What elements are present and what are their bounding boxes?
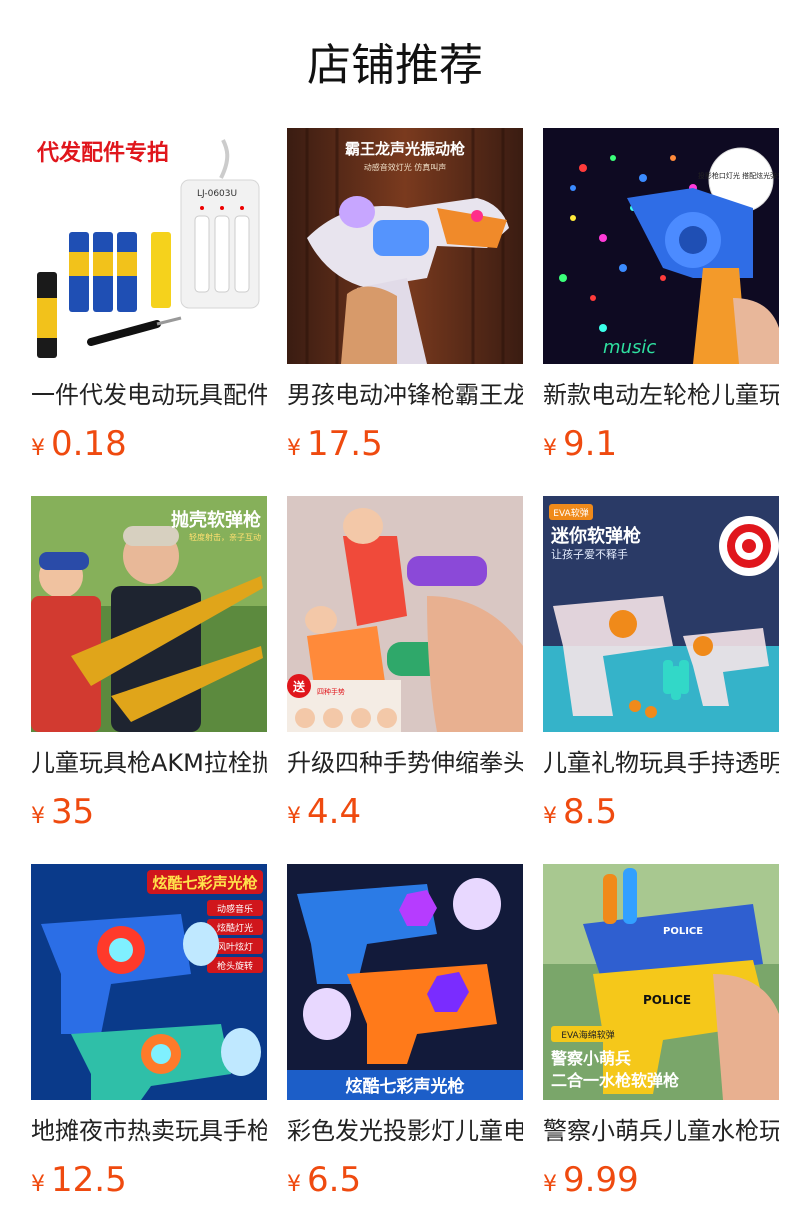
image-badge-text: 迷你软弹枪 <box>550 525 641 547</box>
product-card[interactable]: 抛壳软弹枪 轻度射击，亲子互动 儿童玩具枪AKM拉栓抛壳 ¥35 <box>31 496 267 838</box>
price-value: 9.1 <box>563 424 618 464</box>
product-card[interactable]: POLICE POLICE EVA海绵软弹 警察小萌兵 二合一水枪软弹枪 警察小… <box>543 864 779 1206</box>
product-image[interactable]: 代发配件专拍 LJ-0603U <box>31 128 267 364</box>
image-badge-text: 霸王龙声光振动枪 <box>345 140 465 158</box>
image-subtext: 二合一水枪软弹枪 <box>551 1071 679 1090</box>
price-value: 12.5 <box>51 1160 127 1200</box>
product-name[interactable]: 新款电动左轮枪儿童玩具 <box>543 378 779 412</box>
product-name[interactable]: 警察小萌兵儿童水枪玩具 <box>543 1114 779 1148</box>
image-subtext: 让孩子爱不释手 <box>551 547 628 561</box>
product-card[interactable]: EVA软弹 迷你软弹枪 让孩子爱不释手 儿童礼物玩具手持透明 ¥8.5 <box>543 496 779 838</box>
product-price: ¥4.4 <box>287 792 523 838</box>
eva-tag-text: EVA软弹 <box>553 507 588 519</box>
product-price: ¥0.18 <box>31 424 267 470</box>
colorful-projector-gun-image: 炫酷七彩声光枪 <box>287 864 523 1100</box>
product-image[interactable]: 投影枪口灯光 搭配炫光弹夹 music <box>543 128 779 364</box>
product-price: ¥17.5 <box>287 424 523 470</box>
product-card[interactable]: 投影枪口灯光 搭配炫光弹夹 music 新款电动左轮枪儿童玩具 ¥9.1 <box>543 128 779 470</box>
price-value: 4.4 <box>307 792 362 832</box>
image-badge-text: 炫酷七彩声光枪 <box>152 874 257 892</box>
currency-symbol: ¥ <box>287 436 301 461</box>
mini-soft-bullet-gun-image: EVA软弹 迷你软弹枪 让孩子爱不释手 <box>543 496 779 732</box>
price-value: 8.5 <box>563 792 618 832</box>
image-badge-text: 炫酷七彩声光枪 <box>346 1076 465 1097</box>
currency-symbol: ¥ <box>543 1172 557 1197</box>
currency-symbol: ¥ <box>543 804 557 829</box>
battery-accessories-image: 代发配件专拍 LJ-0603U <box>31 128 267 364</box>
image-subtext: 轻度射击，亲子互动 <box>189 532 261 542</box>
product-card[interactable]: 霸王龙声光振动枪 动感音效灯光 仿真叫声 男孩电动冲锋枪霸王龙 ¥17.5 <box>287 128 523 470</box>
product-name[interactable]: 儿童礼物玩具手持透明 <box>543 746 779 780</box>
product-card[interactable]: 炫酷七彩声光枪 动感音乐 炫酷灯光 风叶炫灯 枪头旋转 地摊夜市热卖玩具手枪 ¥ <box>31 864 267 1206</box>
product-price: ¥12.5 <box>31 1160 267 1206</box>
product-name[interactable]: 地摊夜市热卖玩具手枪 <box>31 1114 267 1148</box>
price-value: 9.99 <box>563 1160 639 1200</box>
price-value: 17.5 <box>307 424 383 464</box>
product-image[interactable]: 炫酷七彩声光枪 <box>287 864 523 1100</box>
image-subtext: 动感音效灯光 仿真叫声 <box>364 162 447 172</box>
currency-symbol: ¥ <box>287 804 301 829</box>
product-price: ¥9.1 <box>543 424 779 470</box>
product-image[interactable]: POLICE POLICE EVA海绵软弹 警察小萌兵 二合一水枪软弹枪 <box>543 864 779 1100</box>
police-stamp-2: POLICE <box>643 993 691 1007</box>
image-badge-text: 警察小萌兵 <box>550 1049 631 1068</box>
currency-symbol: ¥ <box>543 436 557 461</box>
product-image[interactable]: EVA软弹 迷你软弹枪 让孩子爱不释手 <box>543 496 779 732</box>
product-card[interactable]: 炫酷七彩声光枪 彩色发光投影灯儿童电动 ¥6.5 <box>287 864 523 1206</box>
feature-3: 风叶炫灯 <box>217 941 253 953</box>
product-image[interactable]: 霸王龙声光振动枪 动感音效灯光 仿真叫声 <box>287 128 523 364</box>
akm-rifle-image: 抛壳软弹枪 轻度射击，亲子互动 <box>31 496 267 732</box>
currency-symbol: ¥ <box>287 1172 301 1197</box>
product-name[interactable]: 升级四种手势伸缩拳头 <box>287 746 523 780</box>
product-price: ¥8.5 <box>543 792 779 838</box>
telescopic-fist-image: 送 四种手势 <box>287 496 523 732</box>
image-badge-text: 代发配件专拍 <box>36 140 169 166</box>
product-name[interactable]: 男孩电动冲锋枪霸王龙 <box>287 378 523 412</box>
currency-symbol: ¥ <box>31 804 45 829</box>
product-price: ¥6.5 <box>287 1160 523 1206</box>
feature-4: 枪头旋转 <box>217 960 253 972</box>
price-value: 0.18 <box>51 424 127 464</box>
music-label: music <box>603 337 656 358</box>
product-card[interactable]: 送 四种手势 升级四种手势伸缩拳头 ¥4.4 <box>287 496 523 838</box>
product-name[interactable]: 一件代发电动玩具配件 <box>31 378 267 412</box>
police-water-gun-image: POLICE POLICE EVA海绵软弹 警察小萌兵 二合一水枪软弹枪 <box>543 864 779 1100</box>
product-image[interactable]: 抛壳软弹枪 轻度射击，亲子互动 <box>31 496 267 732</box>
gift-badge-text: 送 <box>292 679 306 694</box>
price-value: 6.5 <box>307 1160 362 1200</box>
eva-tag-text: EVA海绵软弹 <box>561 1029 614 1041</box>
product-price: ¥35 <box>31 792 267 838</box>
feature-1: 动感音乐 <box>217 903 253 915</box>
revolver-projector-image: 投影枪口灯光 搭配炫光弹夹 music <box>543 128 779 364</box>
product-name[interactable]: 彩色发光投影灯儿童电动 <box>287 1114 523 1148</box>
currency-symbol: ¥ <box>31 1172 45 1197</box>
product-image[interactable]: 炫酷七彩声光枪 动感音乐 炫酷灯光 风叶炫灯 枪头旋转 <box>31 864 267 1100</box>
feature-2: 炫酷灯光 <box>217 922 253 934</box>
product-card[interactable]: 代发配件专拍 LJ-0603U 一件代发电动玩具配件 ¥0.18 <box>31 128 267 470</box>
product-name[interactable]: 儿童玩具枪AKM拉栓抛壳 <box>31 746 267 780</box>
dinosaur-gun-image: 霸王龙声光振动枪 动感音效灯光 仿真叫声 <box>287 128 523 364</box>
product-price: ¥9.99 <box>543 1160 779 1206</box>
image-badge-text: 抛壳软弹枪 <box>171 509 261 531</box>
product-image[interactable]: 送 四种手势 <box>287 496 523 732</box>
charger-label: LJ-0603U <box>197 189 237 199</box>
image-subtext: 四种手势 <box>317 687 345 696</box>
light-sound-gun-image: 炫酷七彩声光枪 动感音乐 炫酷灯光 风叶炫灯 枪头旋转 <box>31 864 267 1100</box>
price-value: 35 <box>51 792 95 832</box>
image-badge-text: 投影枪口灯光 搭配炫光弹夹 <box>698 171 779 180</box>
section-title: 店铺推荐 <box>307 40 483 91</box>
police-stamp-1: POLICE <box>663 926 703 937</box>
currency-symbol: ¥ <box>31 436 45 461</box>
